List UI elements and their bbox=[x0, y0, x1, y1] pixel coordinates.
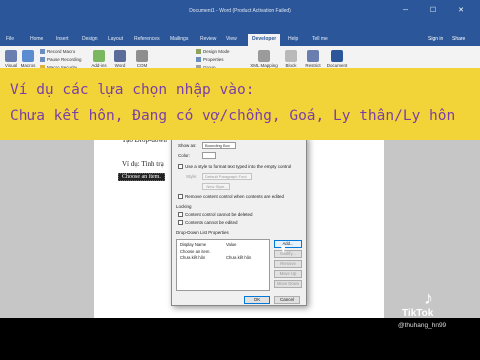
caption-line-2: Chưa kết hôn, Đang có vợ/chồng, Goá, Ly … bbox=[10, 108, 456, 124]
properties-icon bbox=[196, 57, 201, 63]
list-properties-header: Drop-Down List Properties bbox=[176, 230, 229, 235]
com-add-ins-icon bbox=[136, 50, 148, 62]
move-up-button[interactable]: Move Up bbox=[274, 270, 302, 278]
show-as-label: Show as: bbox=[178, 143, 197, 148]
record-macro-button[interactable]: Record Macro bbox=[40, 49, 75, 55]
pause-icon bbox=[40, 57, 45, 63]
style-label: Style: bbox=[186, 174, 198, 179]
macros-button[interactable]: Macros bbox=[20, 50, 36, 68]
locking-header: Locking bbox=[176, 204, 192, 209]
restrict-editing-icon bbox=[307, 50, 319, 62]
tiktok-handle: @thuhang_hn99 bbox=[398, 322, 447, 329]
ok-button[interactable]: OK bbox=[244, 296, 270, 304]
share-button[interactable]: Share bbox=[452, 36, 465, 42]
window-controls[interactable]: ─ ☐ ✕ bbox=[403, 6, 474, 14]
tab-references[interactable]: References bbox=[134, 36, 160, 42]
design-mode-icon bbox=[196, 49, 201, 55]
tiktok-brand: TikTok bbox=[402, 308, 434, 319]
add-button[interactable]: Add... bbox=[274, 240, 302, 248]
block-authors-icon bbox=[285, 50, 297, 62]
caption-line-1: Ví dụ các lựa chọn nhập vào: bbox=[10, 82, 255, 98]
add-ins-button[interactable]: Add-ins bbox=[90, 50, 108, 68]
remove-button[interactable]: Remove bbox=[274, 260, 302, 268]
tell-me-search[interactable]: Tell me bbox=[312, 36, 328, 42]
record-icon bbox=[40, 49, 45, 55]
screen: Document1 - Word (Product Activation Fai… bbox=[0, 0, 480, 318]
remove-control-checkbox[interactable] bbox=[178, 194, 183, 200]
document-example-line: Ví dụ: Tình trạ bbox=[122, 160, 164, 168]
design-mode-button[interactable]: Design Mode bbox=[196, 49, 230, 55]
tab-insert[interactable]: Insert bbox=[56, 36, 69, 42]
list-item-value: Chưa kết hôn bbox=[226, 255, 252, 260]
use-style-checkbox[interactable] bbox=[178, 164, 183, 170]
tab-home[interactable]: Home bbox=[30, 36, 43, 42]
modify-button[interactable]: Modify... bbox=[274, 250, 302, 258]
tab-layout[interactable]: Layout bbox=[108, 36, 123, 42]
tab-file[interactable]: File bbox=[6, 36, 14, 42]
caption-banner: Ví dụ các lựa chọn nhập vào: Chưa kết hô… bbox=[0, 68, 480, 140]
tab-view[interactable]: View bbox=[226, 36, 237, 42]
use-style-option[interactable]: Use a style to format text typed into th… bbox=[178, 164, 291, 170]
title-bar: Document1 - Word (Product Activation Fai… bbox=[0, 0, 480, 34]
new-style-button[interactable]: New Style... bbox=[202, 183, 230, 190]
cannot-delete-checkbox[interactable] bbox=[178, 212, 183, 218]
remove-control-option[interactable]: Remove content control when contents are… bbox=[178, 194, 284, 200]
tab-review[interactable]: Review bbox=[200, 36, 216, 42]
tab-mailings[interactable]: Mailings bbox=[170, 36, 188, 42]
add-ins-icon bbox=[93, 50, 105, 62]
xml-mapping-icon bbox=[258, 50, 270, 62]
value-column-header: Value bbox=[226, 242, 237, 247]
tab-design[interactable]: Design bbox=[82, 36, 98, 42]
display-name-column-header: Display Name bbox=[180, 242, 207, 247]
ribbon-tabs: File Home Insert Design Layout Reference… bbox=[0, 34, 480, 46]
show-as-select[interactable]: Bounding Box bbox=[202, 142, 236, 149]
properties-button[interactable]: Properties bbox=[196, 57, 224, 63]
dropdown-content-control[interactable]: Choose an item. bbox=[118, 173, 165, 181]
cannot-edit-option[interactable]: Contents cannot be edited bbox=[178, 220, 238, 226]
content-control-properties-dialog: Show as: Bounding Box Color: Use a style… bbox=[171, 136, 307, 306]
cannot-edit-checkbox[interactable] bbox=[178, 220, 183, 226]
move-down-button[interactable]: Move Down bbox=[274, 280, 302, 288]
list-item-display: Chưa kết hôn bbox=[180, 255, 206, 260]
tab-developer[interactable]: Developer bbox=[248, 34, 281, 46]
cancel-button[interactable]: Cancel bbox=[274, 296, 300, 304]
visual-basic-icon bbox=[5, 50, 17, 62]
word-add-ins-icon bbox=[114, 50, 126, 62]
cannot-delete-option[interactable]: Content control cannot be deleted bbox=[178, 212, 253, 218]
list-item-display: Choose an item. bbox=[180, 249, 211, 254]
tab-help[interactable]: Help bbox=[288, 36, 298, 42]
pause-recording-button[interactable]: Pause Recording bbox=[40, 57, 82, 63]
document-template-icon bbox=[331, 50, 343, 62]
color-picker[interactable] bbox=[202, 152, 216, 159]
style-select[interactable]: Default Paragraph Font bbox=[202, 173, 252, 180]
dropdown-list-box[interactable]: Display Name Value Choose an item. Chưa … bbox=[176, 239, 270, 291]
tiktok-note-icon: ♪ bbox=[424, 288, 433, 308]
sign-in-link[interactable]: Sign in bbox=[428, 36, 443, 42]
color-label: Color: bbox=[178, 153, 191, 158]
macros-icon bbox=[22, 50, 34, 62]
